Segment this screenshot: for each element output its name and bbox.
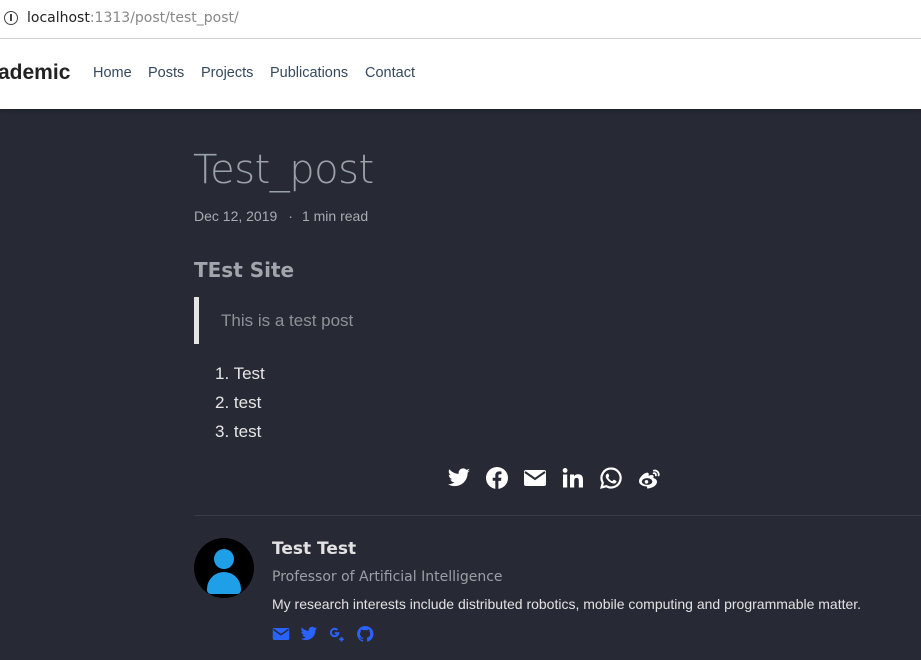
twitter-icon[interactable] — [300, 625, 318, 643]
url-path: :1313/post/test_post/ — [89, 10, 239, 26]
author-bio: My research interests include distribute… — [272, 596, 862, 612]
reading-time: 1 min read — [301, 208, 369, 224]
divider — [194, 515, 921, 516]
linkedin-icon[interactable] — [561, 466, 585, 490]
url-host: localhost — [27, 10, 90, 26]
whatsapp-icon[interactable] — [599, 466, 623, 490]
meta-separator: · — [288, 208, 293, 224]
github-icon[interactable] — [356, 625, 374, 643]
avatar[interactable] — [194, 538, 254, 598]
avatar-body — [207, 572, 241, 594]
nav-item-publications[interactable]: Publications — [270, 65, 348, 81]
site-brand[interactable]: ademic — [0, 61, 70, 85]
author-role: Professor of Artificial Intelligence — [272, 569, 503, 585]
ordered-list: 1. Test 2. test 3. test — [215, 363, 265, 450]
post-title: Test_post — [193, 147, 374, 193]
list-item: 2. test — [215, 393, 262, 412]
author-name[interactable]: Test Test — [272, 539, 356, 559]
post-meta: Dec 12, 2019 · 1 min read — [194, 208, 368, 224]
post-date: Dec 12, 2019 — [194, 208, 278, 224]
post-heading: TEst Site — [194, 258, 295, 282]
article: Test_post Dec 12, 2019 · 1 min read TEst S… — [0, 109, 921, 660]
nav-item-projects[interactable]: Projects — [201, 65, 253, 81]
google-plus-icon[interactable] — [328, 625, 346, 643]
envelope-icon[interactable] — [272, 625, 290, 643]
list-item: 1. Test — [215, 364, 265, 383]
weibo-icon[interactable] — [637, 466, 661, 490]
twitter-icon[interactable] — [447, 466, 471, 490]
url-text[interactable]: localhost:1313/post/test_post/ — [27, 10, 239, 26]
site-navbar: ademic Home Posts Projects Publications … — [0, 39, 921, 109]
blockquote: This is a test post — [194, 297, 614, 344]
browser-url-bar[interactable]: localhost:1313/post/test_post/ — [0, 0, 921, 39]
avatar-head — [214, 549, 234, 569]
nav-item-posts[interactable]: Posts — [148, 65, 184, 81]
info-icon[interactable] — [4, 11, 18, 25]
envelope-icon[interactable] — [523, 466, 547, 490]
nav-item-contact[interactable]: Contact — [365, 65, 415, 81]
nav-item-home[interactable]: Home — [93, 65, 132, 81]
blockquote-text: This is a test post — [221, 311, 354, 330]
facebook-icon[interactable] — [485, 466, 509, 490]
list-item: 3. test — [215, 422, 262, 441]
